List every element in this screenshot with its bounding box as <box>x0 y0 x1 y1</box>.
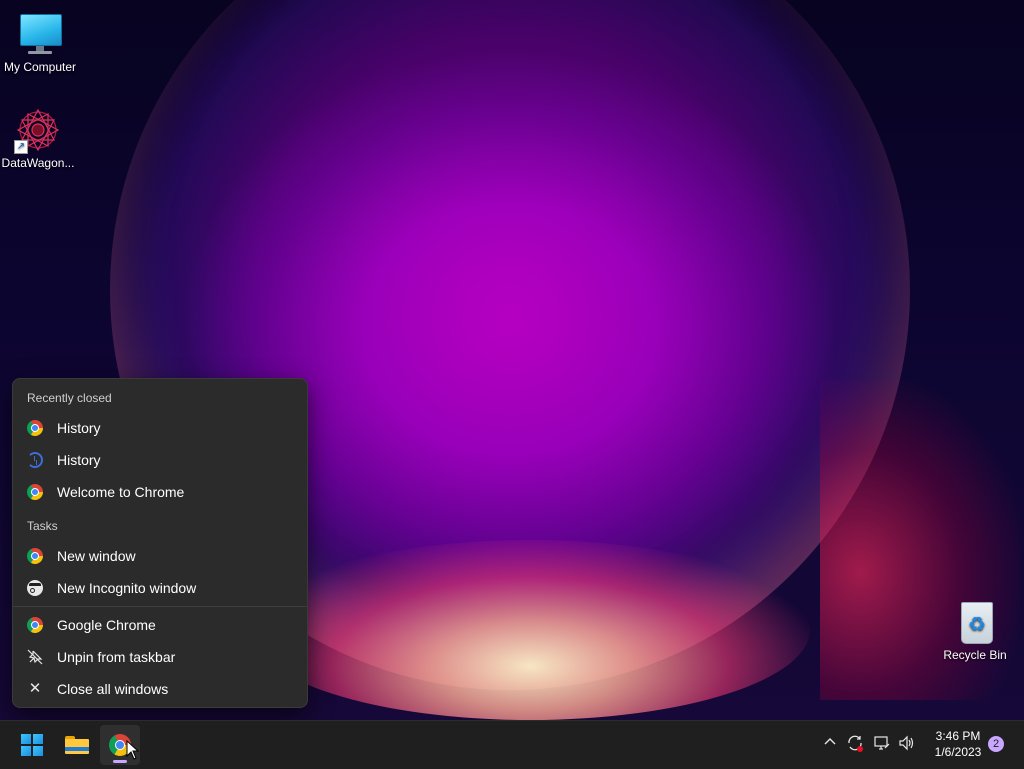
wallpaper-glow <box>250 540 810 720</box>
volume-icon[interactable] <box>897 734 917 754</box>
desktop-icon-label: Recycle Bin <box>943 648 1007 662</box>
incognito-icon <box>27 580 43 596</box>
taskbar-clock[interactable]: 3:46 PM 1/6/2023 <box>930 728 986 760</box>
recent-item-history-page[interactable]: History <box>17 445 303 475</box>
action-unpin-from-taskbar[interactable]: Unpin from taskbar <box>17 642 303 672</box>
shortcut-arrow-icon: ↗ <box>14 140 28 154</box>
unpin-icon <box>27 649 43 665</box>
recent-item-history[interactable]: History <box>17 413 303 443</box>
close-icon: ✕ <box>28 680 42 697</box>
file-explorer-icon <box>65 736 89 754</box>
sync-icon[interactable] <box>845 734 865 754</box>
datawagon-app-icon: ↗ <box>14 106 62 154</box>
clock-date: 1/6/2023 <box>934 745 982 759</box>
taskbar <box>0 720 1024 769</box>
recent-item-welcome[interactable]: Welcome to Chrome <box>17 477 303 507</box>
action-close-all-windows[interactable]: ✕ Close all windows <box>17 674 303 704</box>
desktop-icon-label: My Computer <box>3 60 77 74</box>
network-icon[interactable] <box>872 734 892 754</box>
chrome-icon <box>27 420 43 436</box>
show-hidden-icons-chevron-icon[interactable] <box>820 734 840 754</box>
task-new-incognito-window[interactable]: New Incognito window <box>17 573 303 603</box>
running-indicator <box>113 760 127 763</box>
clock-time: 3:46 PM <box>935 729 981 743</box>
taskbar-file-explorer[interactable] <box>56 725 96 765</box>
notification-badge[interactable]: 2 <box>988 736 1004 752</box>
windows-start-icon <box>21 734 43 756</box>
mouse-cursor-icon <box>126 740 140 760</box>
recently-closed-header: Recently closed <box>27 391 112 405</box>
chrome-jump-list: Recently closed History History Welcome … <box>12 378 308 708</box>
monitor-icon <box>16 10 64 58</box>
chrome-icon <box>27 617 43 633</box>
chrome-icon <box>27 548 43 564</box>
start-button[interactable] <box>12 725 52 765</box>
desktop-icon-recycle-bin[interactable]: ♻ Recycle Bin <box>935 598 1015 662</box>
desktop-icon-label: DataWagon... <box>1 156 75 170</box>
tasks-header: Tasks <box>27 519 58 533</box>
history-icon <box>27 452 43 468</box>
recycle-bin-icon: ♻ <box>951 598 999 646</box>
chrome-icon <box>27 484 43 500</box>
jump-list-divider <box>13 606 307 607</box>
desktop-icon-my-computer[interactable]: My Computer <box>0 10 80 74</box>
task-new-window[interactable]: New window <box>17 541 303 571</box>
action-open-google-chrome[interactable]: Google Chrome <box>17 610 303 640</box>
desktop-icon-datawagon[interactable]: ↗ DataWagon... <box>0 106 78 170</box>
